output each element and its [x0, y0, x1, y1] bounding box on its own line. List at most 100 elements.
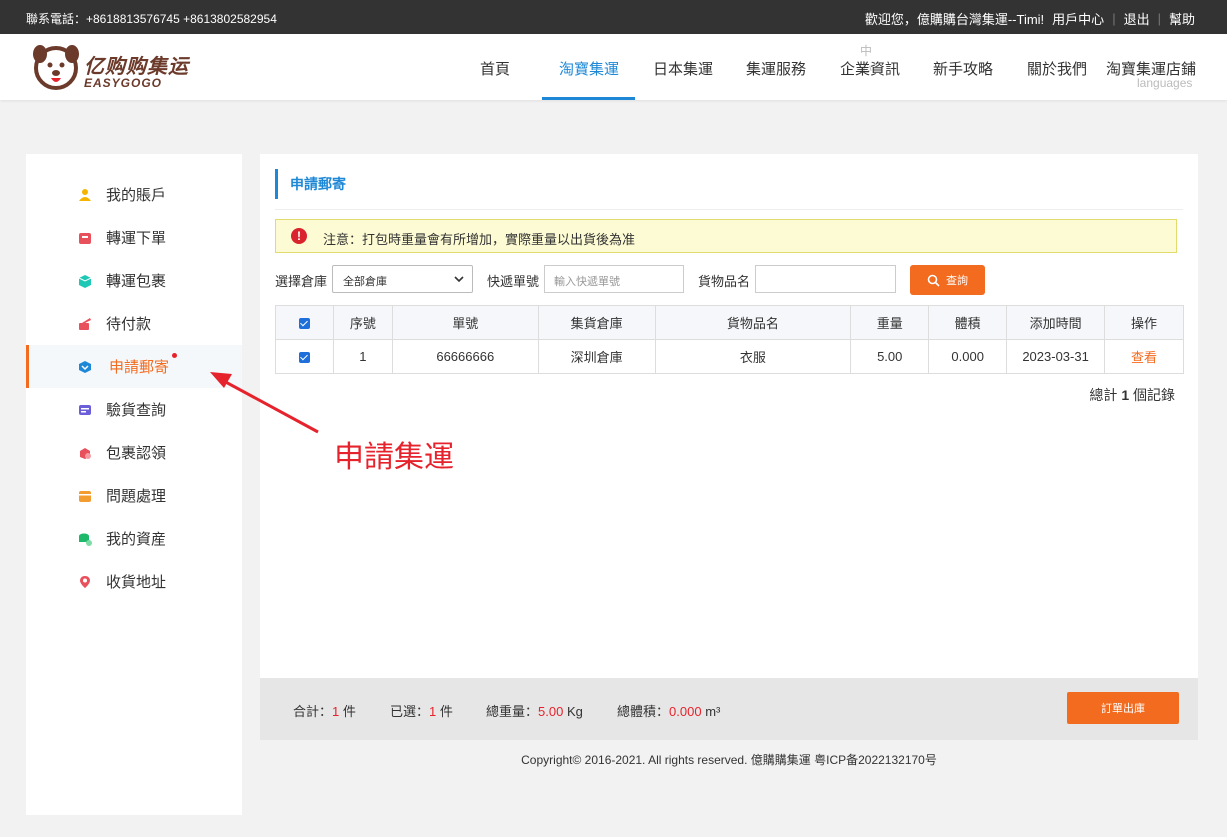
sidebar-item-label: 待付款: [106, 316, 152, 333]
asset-icon: [79, 533, 92, 546]
chevron-down-icon: [454, 276, 464, 283]
mail-table: 序號 單號 集貨倉庫 貨物品名 重量 體積 添加時間 操作 1 66666666…: [275, 305, 1184, 374]
col-added-time: 添加時間: [1006, 305, 1106, 340]
search-button-label: 查詢: [946, 275, 968, 287]
sidebar-item-my-account[interactable]: 我的賬戶: [26, 173, 242, 216]
nav-company-info[interactable]: 企業資訊: [840, 58, 900, 79]
sidebar-item-transfer-order[interactable]: 轉運下單: [26, 216, 242, 259]
search-button[interactable]: 查詢: [910, 265, 985, 295]
sum-value: 1: [332, 704, 340, 719]
table-header-row: 序號 單號 集貨倉庫 貨物品名 重量 體積 添加時間 操作: [275, 305, 1184, 340]
separator: |: [1112, 11, 1116, 26]
nav-about-us[interactable]: 關於我們: [1027, 58, 1087, 79]
weight-unit: Kg: [566, 704, 583, 719]
cell-added-time: 2023-03-31: [1006, 339, 1106, 374]
sidebar-item-label: 我的資産: [106, 531, 167, 548]
sidebar-item-issue-handling[interactable]: 問題處理: [26, 474, 242, 517]
logo[interactable]: 亿购购集运 EASYGOGO: [30, 40, 190, 92]
top-bar: 聯系電話：+8618813576745 +8613802582954 歡迎您，億…: [0, 0, 1227, 34]
dog-logo-icon: [33, 45, 79, 90]
logo-text-en: EASYGOGO: [84, 76, 163, 90]
goods-name-input[interactable]: [755, 265, 896, 293]
header: 亿购购集运 EASYGOGO 首頁 淘寶集運 日本集運 集運服務 中心 企業資訊…: [0, 34, 1227, 100]
copyright: Copyright© 2016-2021. All rights reserve…: [521, 753, 937, 767]
weight-label: 總重量：: [486, 704, 539, 719]
nav-japan-shipping[interactable]: 日本集運: [653, 58, 713, 79]
tracking-label: 快遞單號: [487, 274, 540, 289]
weight-summary: 總重量：5.00 Kg: [486, 701, 583, 720]
col-number: 單號: [391, 305, 539, 340]
help-link[interactable]: 幫助: [1169, 9, 1195, 28]
col-action: 操作: [1104, 305, 1184, 340]
cell-volume: 0.000: [928, 339, 1008, 374]
sum-label: 合計：: [293, 704, 333, 719]
top-bar-links: 歡迎您，億購購台灣集運--Timi! 用戶中心 | 退出 | 幫助: [865, 9, 1195, 28]
sidebar-item-pending-payment[interactable]: 待付款: [26, 302, 242, 345]
record-total: 總計 1 個記錄: [1089, 385, 1175, 405]
sum-summary: 合計：1 件: [293, 701, 356, 720]
location-icon: [80, 575, 90, 588]
mail-box-icon: [79, 360, 91, 373]
nav-languages[interactable]: languages: [1137, 76, 1192, 90]
notice-text: 注意：打包時重量會有所增加，實際重量以出貨後為准: [323, 232, 636, 247]
total-suffix: 個記錄: [1133, 387, 1175, 403]
sidebar-item-label: 轉運下單: [106, 230, 167, 247]
selected-value: 1: [429, 704, 437, 719]
col-goods: 貨物品名: [654, 305, 852, 340]
warning-icon: !: [291, 228, 307, 244]
sidebar-item-shipping-address[interactable]: 收貨地址: [26, 560, 242, 603]
selected-label: 已選：: [390, 704, 430, 719]
nav-shipping-services[interactable]: 集運服務: [746, 58, 806, 79]
selected-summary: 已選：1 件: [390, 701, 453, 720]
sidebar-item-my-assets[interactable]: 我的資産: [26, 517, 242, 560]
warehouse-select-value: 全部倉庫: [343, 276, 387, 288]
sidebar-item-label: 驗貨查詢: [106, 402, 167, 419]
sidebar-item-label: 包裹認領: [106, 445, 167, 462]
user-center-link[interactable]: 用戶中心: [1052, 9, 1104, 28]
col-weight: 重量: [850, 305, 930, 340]
nav-home[interactable]: 首頁: [480, 58, 510, 79]
page-title: 申請郵寄: [275, 169, 346, 199]
order-icon: [79, 232, 91, 244]
total-prefix: 總計: [1089, 387, 1118, 403]
search-icon: [927, 274, 940, 287]
volume-unit: m³: [705, 704, 721, 719]
sidebar-item-label: 轉運包裹: [106, 273, 167, 290]
col-index: 序號: [332, 305, 393, 340]
issue-icon: [79, 490, 91, 502]
volume-summary: 總體積：0.000 m³: [617, 701, 720, 720]
sum-unit: 件: [342, 704, 356, 719]
select-all-checkbox-cell[interactable]: [275, 305, 334, 340]
cell-action: 查看: [1104, 339, 1184, 374]
goods-label: 貨物品名: [698, 274, 751, 289]
summary-bar: 合計：1 件 已選：1 件 總重量：5.00 Kg 總體積：0.000 m³ 訂…: [260, 678, 1198, 740]
sidebar-item-transfer-package[interactable]: 轉運包裹: [26, 259, 242, 302]
contact-phone: 聯系電話：+8618813576745 +8613802582954: [26, 12, 277, 26]
nav-beginner-guide[interactable]: 新手攻略: [933, 58, 993, 79]
warehouse-select[interactable]: 全部倉庫: [332, 265, 473, 293]
cell-weight: 5.00: [850, 339, 930, 374]
claim-icon: [80, 447, 91, 459]
welcome-text: 歡迎您，億購購台灣集運--Timi!: [864, 12, 1045, 27]
select-all-checkbox[interactable]: [298, 318, 310, 330]
sidebar-item-label: 申請郵寄: [109, 359, 170, 376]
cell-index: 1: [332, 339, 393, 374]
weight-value: 5.00: [538, 704, 564, 719]
col-volume: 體積: [928, 305, 1008, 340]
annotation-arrow-icon: [210, 372, 319, 434]
view-link[interactable]: 查看: [1131, 350, 1157, 365]
title-divider: [275, 209, 1183, 210]
user-group-icon: [79, 188, 91, 201]
volume-label: 總體積：: [617, 704, 670, 719]
cell-goods: 衣服: [654, 339, 852, 374]
main-panel: 申請郵寄 ! 注意：打包時重量會有所增加，實際重量以出貨後為准 選擇倉庫 全部倉…: [260, 154, 1198, 678]
nav-taobao-shipping[interactable]: 淘寶集運: [559, 58, 619, 79]
logout-link[interactable]: 退出: [1124, 9, 1150, 28]
tracking-number-input[interactable]: 輸入快遞單號: [544, 265, 684, 293]
sidebar-item-label: 收貨地址: [106, 574, 167, 591]
checkout-button[interactable]: 訂單出庫: [1067, 692, 1179, 724]
warehouse-label: 選擇倉庫: [275, 274, 328, 289]
col-warehouse: 集貨倉庫: [537, 305, 656, 340]
cell-number: 66666666: [391, 339, 539, 374]
notice-banner: ! 注意：打包時重量會有所增加，實際重量以出貨後為准: [275, 219, 1177, 253]
